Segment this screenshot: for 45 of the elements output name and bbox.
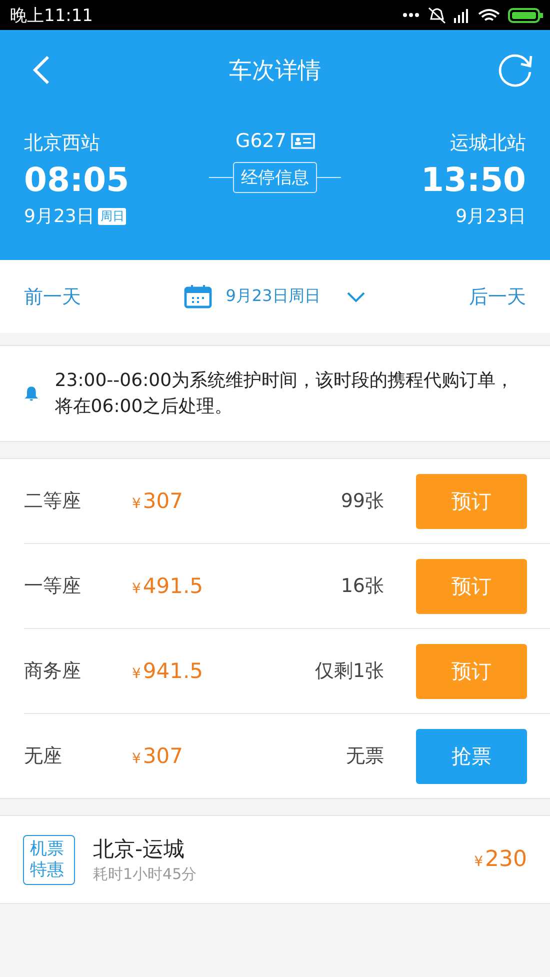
arrival-date: 9月23日 [456, 205, 526, 228]
train-number: G627 [236, 130, 286, 152]
seat-class: 无座 [24, 744, 63, 769]
book-button[interactable]: 预订 [416, 644, 527, 698]
wifi-icon [478, 8, 500, 22]
seat-class: 二等座 [24, 489, 82, 514]
ticket-count: 无票 [346, 744, 384, 769]
status-time: 晚上11:11 [10, 4, 93, 26]
arrival-station: 运城北站 [450, 131, 526, 156]
seat-price: ¥307 [132, 744, 184, 768]
chevron-down-icon[interactable] [346, 290, 366, 302]
flight-price: ¥230 [474, 847, 527, 872]
departure-time: 08:05 [24, 159, 130, 201]
seat-class: 商务座 [24, 659, 82, 684]
departure-date: 9月23日 [24, 205, 94, 228]
refresh-icon[interactable] [498, 52, 534, 88]
seat-class: 一等座 [24, 574, 82, 599]
arrival-time: 13:50 [420, 159, 526, 201]
selected-date[interactable]: 9月23日周日 [226, 286, 320, 307]
departure-station: 北京西站 [24, 131, 101, 156]
ticket-count: 99张 [340, 489, 384, 514]
book-button[interactable]: 预订 [416, 474, 527, 528]
battery-icon [508, 8, 544, 22]
weekday-tag: 周日 [98, 208, 126, 224]
book-button[interactable]: 预订 [416, 558, 527, 614]
stops-info-button[interactable]: 经停信息 [233, 162, 317, 193]
flight-route[interactable]: 北京-运城 [93, 835, 474, 863]
flight-duration: 耗时1小时45分 [93, 865, 198, 884]
next-day-link[interactable]: 后一天 [468, 284, 526, 310]
signal-icon [454, 8, 470, 22]
book-button[interactable]: 抢票 [416, 728, 527, 784]
seat-price: ¥941.5 [132, 659, 204, 683]
more-dots-icon [402, 12, 420, 18]
ticket-count: 仅剩1张 [314, 659, 384, 684]
id-card-icon [290, 133, 314, 149]
back-icon[interactable] [30, 54, 52, 86]
ticket-count: 16张 [340, 574, 384, 599]
muted-bell-icon [428, 6, 446, 24]
maintenance-notice: 23:00--06:00为系统维护时间，该时段的携程代购订单，将在06:00之后处理。 [54, 368, 515, 418]
page-title: 车次详情 [229, 56, 321, 86]
seat-price: ¥307 [132, 489, 184, 513]
calendar-icon[interactable] [184, 284, 212, 308]
flight-deal-badge: 机票特惠 [23, 834, 75, 884]
previous-day-link[interactable]: 前一天 [24, 284, 81, 310]
seat-price: ¥491.5 [132, 574, 204, 598]
